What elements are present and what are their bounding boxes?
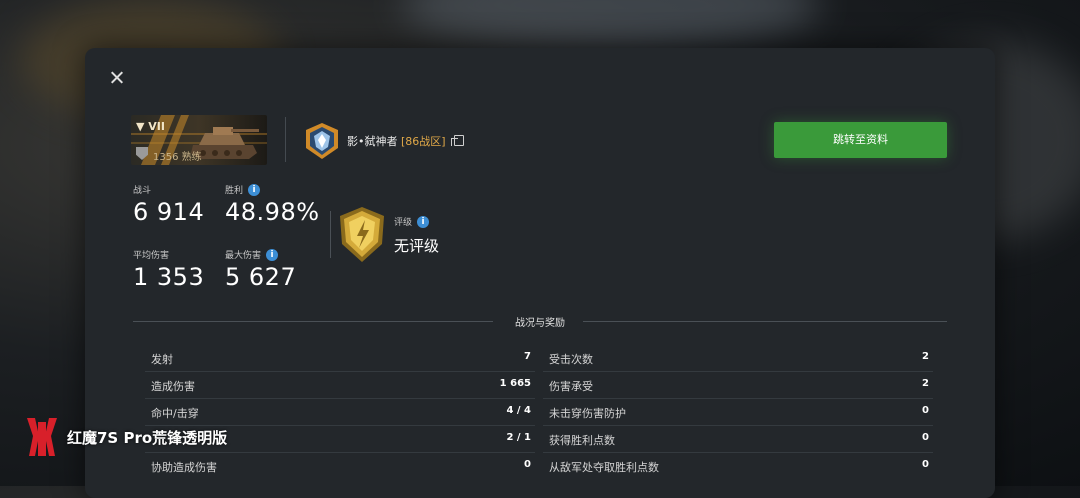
table-row: 获得胜利点数 0 <box>543 425 933 453</box>
table-row: 未击穿伤害防护 0 <box>543 398 933 426</box>
row-label: 造成伤害 <box>151 380 195 393</box>
avg-damage-label: 平均伤害 <box>133 251 170 261</box>
row-value: 1 665 <box>499 378 531 389</box>
battles-value: 6 914 <box>133 198 205 226</box>
battles-stat: 战斗 6 914 <box>133 183 204 226</box>
tank-tier: ▼ VII <box>136 120 165 133</box>
row-value: 0 <box>922 459 929 470</box>
table-row: 造成伤害 1 665 <box>145 371 535 399</box>
row-label: 未击穿伤害防护 <box>549 407 626 420</box>
copy-icon[interactable] <box>451 135 464 146</box>
table-row: 发射 7 <box>145 344 535 372</box>
rating-label: 评级 <box>394 218 413 228</box>
watermark-text: 红魔7S Pro荒锋透明版 <box>67 428 228 447</box>
goto-profile-button[interactable]: 跳转至资料 <box>774 122 947 158</box>
device-watermark: 红魔7S Pro荒锋透明版 <box>25 416 227 458</box>
avg-damage-value: 1 353 <box>133 263 205 291</box>
red-magic-logo-icon <box>27 418 57 456</box>
section-divider: 战况与奖励 <box>133 313 947 329</box>
rating-label-row: 评级 i <box>394 215 430 228</box>
row-value: 2 <box>922 351 929 362</box>
divider-line-right <box>583 321 947 322</box>
row-label: 受击次数 <box>549 353 593 366</box>
max-damage-label: 最大伤害 <box>225 251 262 261</box>
row-label: 发射 <box>151 353 173 366</box>
winrate-stat: 胜利 i 48.98% <box>225 183 320 226</box>
row-value: 4 / 4 <box>506 405 531 416</box>
avg-damage-stat: 平均伤害 1 353 <box>133 248 204 291</box>
player-name: 影•弑神者 [86战区] <box>347 133 446 149</box>
battles-label: 战斗 <box>133 186 152 196</box>
info-icon[interactable]: i <box>266 248 279 261</box>
row-value: 7 <box>524 351 531 362</box>
rating-value: 无评级 <box>394 237 440 255</box>
row-value: 2 / 1 <box>506 432 531 443</box>
row-value: 0 <box>524 459 531 470</box>
row-label: 伤害承受 <box>549 380 593 393</box>
background-blur <box>400 0 820 50</box>
max-damage-value: 5 627 <box>225 263 297 291</box>
row-label: 从敌军处夺取胜利点数 <box>549 461 659 474</box>
info-icon[interactable]: i <box>417 215 430 228</box>
server-tag: [86战区] <box>401 135 446 148</box>
max-damage-stat: 最大伤害 i 5 627 <box>225 248 296 291</box>
header-divider <box>285 117 286 162</box>
tank-mastery: 1356 熟练 <box>153 152 202 163</box>
info-icon[interactable]: i <box>248 183 261 196</box>
table-row: 受击次数 2 <box>543 344 933 372</box>
stats-divider <box>330 211 331 258</box>
winrate-value: 48.98% <box>225 198 320 226</box>
row-value: 0 <box>922 432 929 443</box>
row-value: 0 <box>922 405 929 416</box>
row-label: 获得胜利点数 <box>549 434 615 447</box>
winrate-label: 胜利 <box>225 186 244 196</box>
tank-card: ▼ VII 1356 熟练 <box>131 115 267 165</box>
row-label: 协助造成伤害 <box>151 461 217 474</box>
table-row: 从敌军处夺取胜利点数 0 <box>543 452 933 479</box>
table-row: 伤害承受 2 <box>543 371 933 399</box>
close-icon[interactable] <box>107 68 127 88</box>
row-value: 2 <box>922 378 929 389</box>
player-name-text: 影•弑神者 <box>347 135 398 148</box>
rank-shield-icon <box>340 207 384 262</box>
clan-emblem-icon <box>306 123 338 159</box>
